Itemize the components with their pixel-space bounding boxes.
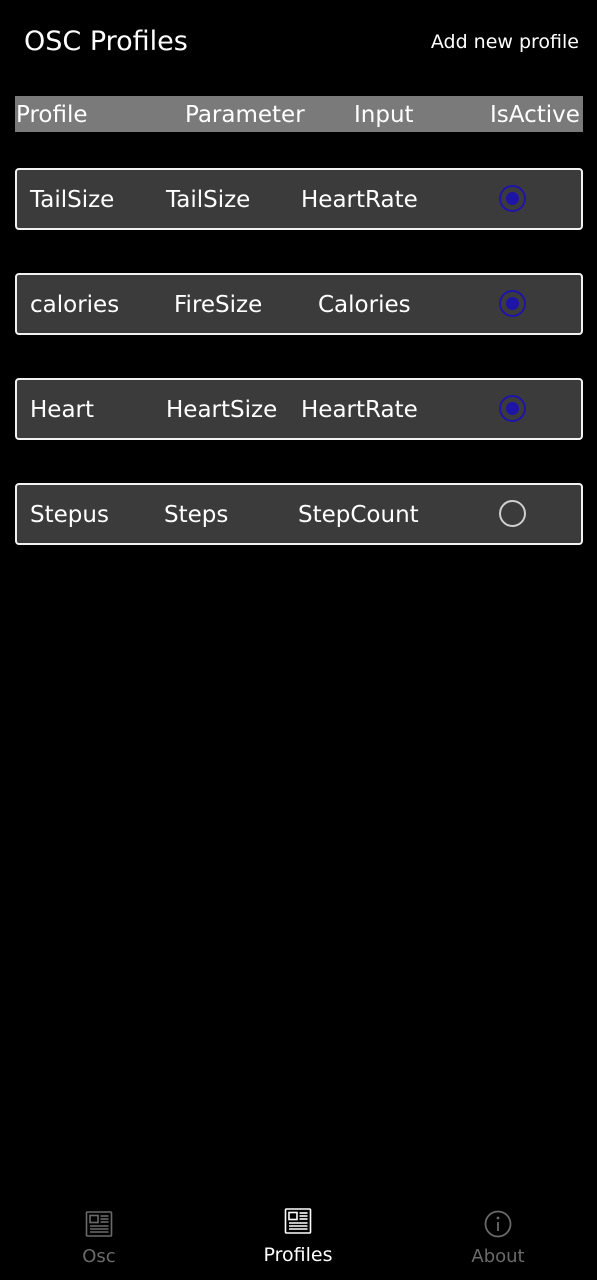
nav-profiles[interactable]: Profiles xyxy=(238,1200,358,1280)
nav-about[interactable]: About xyxy=(438,1200,558,1280)
profile-row[interactable]: calories FireSize Calories xyxy=(15,273,583,335)
header-parameter: Parameter xyxy=(185,102,305,128)
profile-input: StepCount xyxy=(298,502,419,528)
table-header: Profile Parameter Input IsActive xyxy=(15,96,583,132)
nav-about-label: About xyxy=(471,1246,525,1267)
header-input: Input xyxy=(354,102,414,128)
header-profile: Profile xyxy=(16,102,88,128)
active-radio[interactable] xyxy=(499,500,526,527)
active-radio[interactable] xyxy=(499,185,526,212)
bottom-navigation: Osc Profiles About xyxy=(0,1200,597,1280)
newspaper-icon xyxy=(284,1207,312,1239)
profile-parameter: HeartSize xyxy=(166,397,278,423)
nav-osc-label: Osc xyxy=(82,1246,116,1267)
profile-parameter: Steps xyxy=(164,502,229,528)
profile-name: Heart xyxy=(30,397,95,423)
newspaper-icon xyxy=(85,1210,113,1242)
add-new-profile-button[interactable]: Add new profile xyxy=(431,28,579,56)
active-radio[interactable] xyxy=(499,290,526,317)
profile-row[interactable]: TailSize TailSize HeartRate xyxy=(15,168,583,230)
profile-input: Calories xyxy=(318,292,411,318)
profile-parameter: TailSize xyxy=(166,187,251,213)
info-icon xyxy=(484,1210,512,1242)
page-title: OSC Profiles xyxy=(24,26,188,57)
profile-name: Stepus xyxy=(30,502,109,528)
profile-name: calories xyxy=(30,292,120,318)
profile-row[interactable]: Heart HeartSize HeartRate xyxy=(15,378,583,440)
profile-input: HeartRate xyxy=(301,397,418,423)
header-isactive: IsActive xyxy=(490,102,580,128)
profile-row[interactable]: Stepus Steps StepCount xyxy=(15,483,583,545)
active-radio[interactable] xyxy=(499,395,526,422)
nav-profiles-label: Profiles xyxy=(263,1244,333,1266)
profile-input: HeartRate xyxy=(301,187,418,213)
profile-parameter: FireSize xyxy=(174,292,263,318)
profile-name: TailSize xyxy=(30,187,115,213)
nav-osc[interactable]: Osc xyxy=(39,1200,159,1280)
